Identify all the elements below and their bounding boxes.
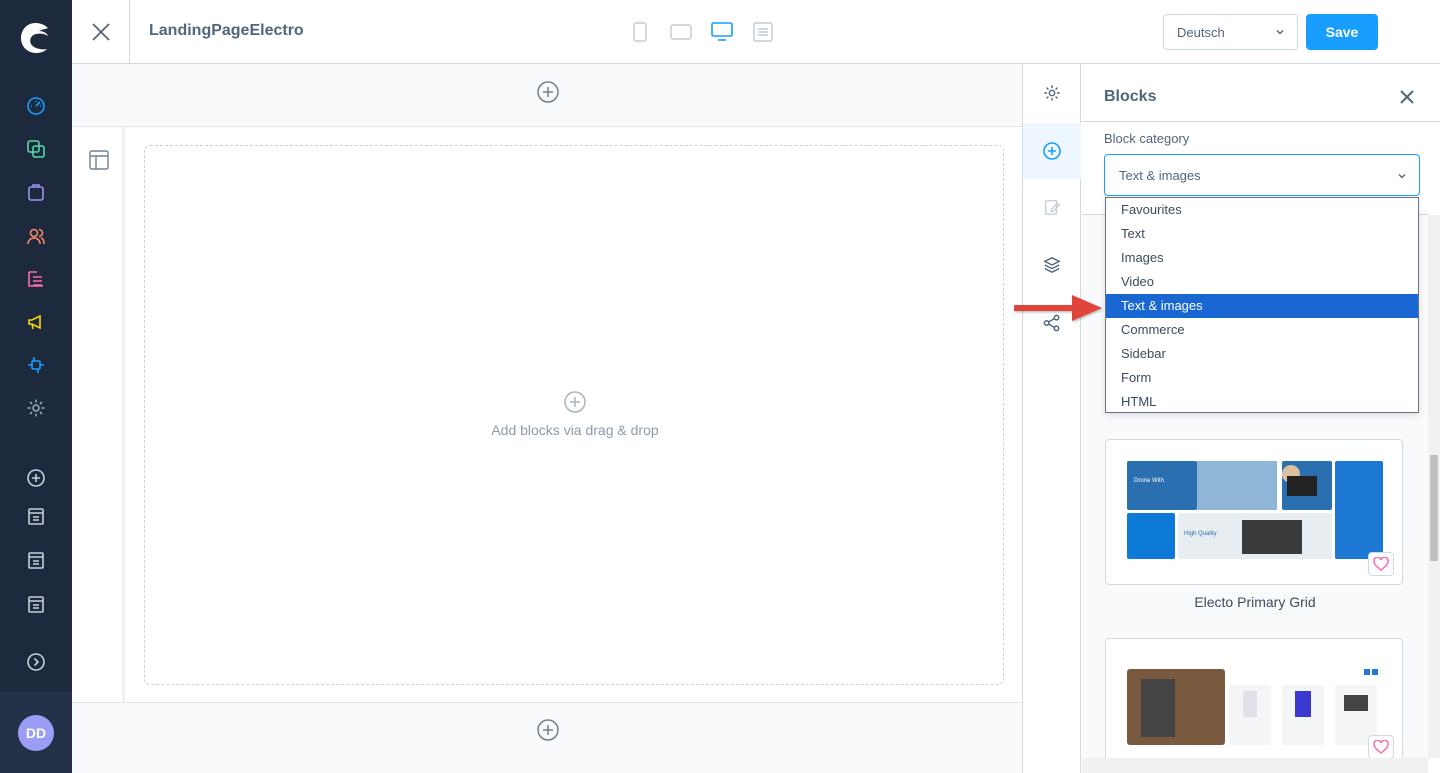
tab-layers[interactable] [1023, 237, 1081, 293]
option-commerce[interactable]: Commerce [1106, 318, 1418, 342]
desktop-view-icon[interactable] [710, 20, 734, 44]
block-category-dropdown: Favourites Text Images Video Text & imag… [1105, 197, 1419, 413]
form-view-icon[interactable] [751, 20, 775, 44]
layout-section: Add blocks via drag & drop [72, 126, 1022, 703]
mobile-view-icon[interactable] [628, 20, 652, 44]
block-list-scrollbar[interactable] [1428, 215, 1440, 758]
option-sidebar[interactable]: Sidebar [1106, 342, 1418, 366]
nav-dashboard-icon[interactable] [24, 94, 48, 118]
nav-expand-icon[interactable] [24, 650, 48, 674]
block-preview-label: Electo Primary Grid [1194, 594, 1316, 610]
language-value: Deutsch [1177, 24, 1225, 40]
block-dropzone[interactable]: Add blocks via drag & drop [144, 145, 1004, 685]
tab-settings[interactable] [1023, 65, 1081, 121]
chevron-down-icon [1398, 174, 1406, 179]
block-category-label: Block category [1104, 131, 1190, 146]
heart-icon [1373, 740, 1389, 754]
annotation-arrow-icon [1014, 295, 1102, 321]
section-layout-icon[interactable] [88, 149, 110, 171]
option-video[interactable]: Video [1106, 270, 1418, 294]
nav-marketing-icon[interactable] [24, 310, 48, 334]
tablet-view-icon[interactable] [669, 20, 693, 44]
panel-title: Blocks [1104, 88, 1157, 105]
block-preview-image: Drone With High Quality [1127, 461, 1383, 559]
horizontal-scrollbar[interactable] [1082, 758, 1428, 773]
option-form[interactable]: Form [1106, 366, 1418, 390]
blocks-panel: Blocks Block category Text & images Dron… [1082, 64, 1440, 773]
close-panel-button[interactable] [1396, 86, 1418, 108]
tab-blocks[interactable] [1023, 123, 1081, 179]
dropzone-hint: Add blocks via drag & drop [491, 422, 659, 438]
shopware-logo-icon[interactable] [18, 20, 54, 56]
option-text[interactable]: Text [1106, 222, 1418, 246]
option-images[interactable]: Images [1106, 246, 1418, 270]
block-category-select[interactable]: Text & images [1104, 154, 1420, 196]
chevron-down-icon [1276, 30, 1284, 35]
page-title: LandingPageElectro [149, 22, 304, 39]
svg-text:High Quality: High Quality [1184, 531, 1217, 537]
close-editor-button[interactable] [72, 0, 130, 64]
avatar[interactable]: DD [18, 715, 54, 751]
close-icon [1400, 90, 1414, 104]
block-preview-card[interactable] [1105, 638, 1403, 768]
block-category-value: Text & images [1119, 167, 1201, 183]
nav-storefront-icon[interactable] [24, 504, 48, 528]
save-button[interactable]: Save [1306, 14, 1378, 50]
nav-extensions-icon[interactable] [24, 353, 48, 377]
favourite-button[interactable] [1368, 552, 1394, 576]
favourite-button[interactable] [1368, 735, 1394, 759]
nav-add-sales-channel-icon[interactable] [24, 466, 48, 490]
option-html[interactable]: HTML [1106, 390, 1418, 414]
scrollbar-thumb[interactable] [1430, 455, 1438, 561]
block-preview-card[interactable]: Drone With High Quality [1105, 439, 1403, 585]
gear-icon [1044, 85, 1060, 101]
layers-icon [1043, 256, 1061, 274]
section-sidebar [72, 127, 125, 702]
svg-text:Drone With: Drone With [1134, 478, 1164, 484]
edit-icon [1044, 199, 1061, 215]
layout-canvas: Add blocks via drag & drop [72, 64, 1022, 773]
tab-edit[interactable] [1023, 179, 1081, 235]
device-switcher [628, 20, 775, 44]
add-block-icon[interactable] [563, 390, 587, 414]
add-section-bottom-icon[interactable] [536, 718, 560, 742]
sidebar-tabs [1022, 64, 1081, 773]
panel-header: Blocks [1082, 64, 1440, 122]
block-preview-image [1127, 669, 1378, 745]
nav-storefront-icon[interactable] [24, 592, 48, 616]
nav-customers-icon[interactable] [24, 224, 48, 248]
option-text-and-images[interactable]: Text & images [1106, 294, 1418, 318]
nav-storefront-icon[interactable] [24, 548, 48, 572]
heart-icon [1373, 557, 1389, 571]
nav-orders-icon[interactable] [24, 180, 48, 204]
nav-settings-icon[interactable] [24, 396, 48, 420]
add-section-top-icon[interactable] [536, 80, 560, 104]
close-icon [91, 23, 110, 41]
admin-sidebar: DD [0, 0, 72, 773]
nav-content-icon[interactable] [24, 267, 48, 291]
nav-catalogue-icon[interactable] [24, 137, 48, 161]
editor-topbar: LandingPageElectro Deutsch Save [72, 0, 1440, 64]
plus-circle-icon [1043, 142, 1061, 160]
language-select[interactable]: Deutsch [1163, 14, 1298, 50]
option-favourites[interactable]: Favourites [1106, 198, 1418, 222]
